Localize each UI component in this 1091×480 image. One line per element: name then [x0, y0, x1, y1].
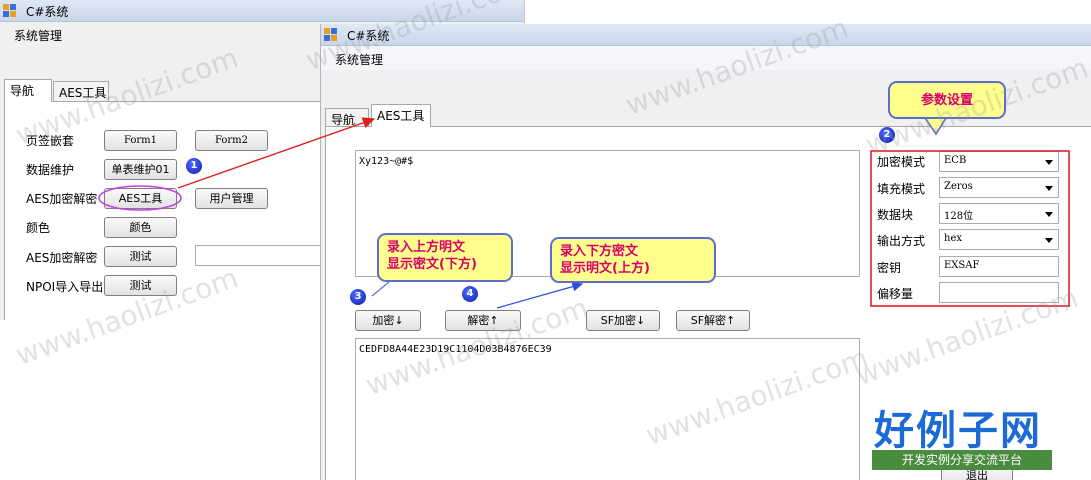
setting-label-iv: 偏移量 — [877, 287, 914, 301]
encrypt-mode-value: ECB — [944, 155, 967, 166]
setting-label-encrypt-mode: 加密模式 — [877, 155, 926, 169]
decrypt-button[interactable]: 解密↑ — [445, 310, 521, 331]
user-management-button[interactable]: 用户管理 — [195, 188, 268, 209]
logo-title: 好例子网 — [874, 408, 1042, 454]
padding-mode-select[interactable]: Zeros — [939, 177, 1059, 198]
step-badge-2: 2 — [879, 127, 895, 143]
output-mode-value: hex — [944, 233, 962, 244]
row-label-data: 数据维护 — [26, 163, 75, 177]
row-label-npoi: NPOI导入导出 — [26, 280, 104, 294]
aes-test-button[interactable]: 测试 — [104, 246, 177, 267]
back-window-titlebar: C#系统 — [0, 0, 524, 22]
chevron-down-icon — [1045, 238, 1053, 243]
window-title: C#系统 — [26, 5, 69, 19]
callout-decrypt-line2: 显示明文(上方) — [560, 261, 650, 276]
padding-mode-value: Zeros — [944, 181, 973, 192]
form1-button[interactable]: Form1 — [104, 130, 177, 151]
callout-encrypt-line1: 录入上方明文 — [387, 240, 466, 255]
step-badge-3: 3 — [350, 289, 366, 305]
aes-test-input[interactable] — [195, 245, 335, 266]
back-tab-strip: 导航 AES工具 — [4, 79, 204, 102]
callout-decrypt: 录入下方密文 显示明文(上方) — [550, 237, 716, 283]
block-size-value: 128位 — [944, 211, 974, 222]
key-input[interactable]: EXSAF — [939, 256, 1059, 277]
front-tab-strip: 导航 AES工具 — [325, 104, 525, 128]
iv-input[interactable] — [939, 282, 1059, 303]
tab-aes-tool[interactable]: AES工具 — [371, 104, 431, 127]
output-mode-select[interactable]: hex — [939, 229, 1059, 250]
encrypt-mode-select[interactable]: ECB — [939, 151, 1059, 172]
row-label-aes-test: AES加密解密 — [26, 251, 98, 265]
callout-decrypt-line1: 录入下方密文 — [560, 244, 639, 259]
row-label-color: 颜色 — [26, 221, 51, 235]
tab-navigation[interactable]: 导航 — [325, 108, 369, 128]
row-label-aes: AES加密解密 — [26, 192, 98, 206]
logo-slogan: 开发实例分享交流平台 — [872, 450, 1052, 470]
setting-label-padding: 填充模式 — [877, 182, 926, 196]
step-badge-1: 1 — [186, 158, 202, 174]
sf-encrypt-button[interactable]: SF加密↓ — [586, 310, 660, 331]
ciphertext-area[interactable]: CEDFD8A44E23D19C1104D03B4876EC39 — [355, 338, 860, 480]
app-icon — [3, 4, 16, 17]
window-title: C#系统 — [347, 29, 390, 43]
npoi-test-button[interactable]: 测试 — [104, 275, 177, 296]
setting-label-block: 数据块 — [877, 208, 914, 222]
form2-button[interactable]: Form2 — [195, 130, 268, 151]
callout-encrypt: 录入上方明文 显示密文(下方) — [377, 233, 513, 282]
callout-params: 参数设置 — [888, 81, 1006, 119]
menu-system-management[interactable]: 系统管理 — [14, 27, 62, 44]
encrypt-button[interactable]: 加密↓ — [355, 310, 421, 331]
setting-label-key: 密钥 — [877, 261, 902, 275]
chevron-down-icon — [1045, 186, 1053, 191]
color-button[interactable]: 颜色 — [104, 217, 177, 238]
chevron-down-icon — [1045, 212, 1053, 217]
aes-tool-button[interactable]: AES工具 — [104, 188, 177, 209]
sf-decrypt-button[interactable]: SF解密↑ — [676, 310, 750, 331]
front-window-titlebar: C#系统 — [321, 24, 1091, 46]
setting-label-output: 输出方式 — [877, 234, 926, 248]
row-label-tabs: 页签嵌套 — [26, 134, 75, 148]
menu-system-management[interactable]: 系统管理 — [335, 51, 383, 68]
tab-aes-tool[interactable]: AES工具 — [53, 81, 109, 101]
tab-navigation[interactable]: 导航 — [4, 79, 52, 102]
single-table-button[interactable]: 单表维护01 — [104, 159, 177, 180]
callout-encrypt-line2: 显示密文(下方) — [387, 257, 477, 272]
step-badge-4: 4 — [462, 286, 478, 302]
chevron-down-icon — [1045, 160, 1053, 165]
block-size-select[interactable]: 128位 — [939, 203, 1059, 224]
menu-bar: 系统管理 — [321, 46, 1091, 70]
site-logo: 好例子网 开发实例分享交流平台 — [868, 398, 1058, 474]
app-icon — [324, 28, 337, 41]
